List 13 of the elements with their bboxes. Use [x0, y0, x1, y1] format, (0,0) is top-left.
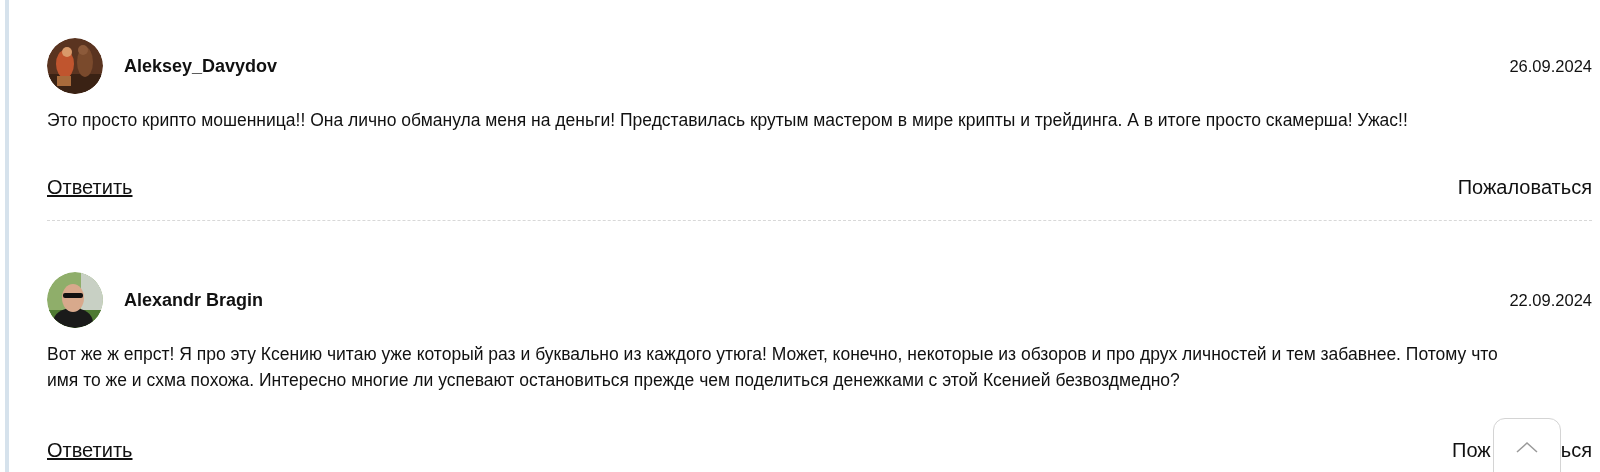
- reply-link[interactable]: Ответить: [47, 173, 133, 201]
- scroll-to-top-button[interactable]: [1493, 418, 1561, 472]
- comment-text: Это просто крипто мошенница!! Она лично обманула меня на деньги! Представилась крутым мастером в мире крипты и трейдинга. А в итоге просто скамерша! Ужас!!: [47, 109, 1409, 132]
- author-name: Alexandr Bragin: [124, 288, 264, 312]
- comment-date: 26.09.2024: [1509, 55, 1592, 77]
- comment-date: 22.09.2024: [1509, 289, 1592, 311]
- author-name: Aleksey_Davydov: [124, 54, 278, 78]
- report-link[interactable]: ься: [1560, 436, 1592, 464]
- chevron-up-icon: [1516, 441, 1538, 453]
- report-link[interactable]: Пож: [1452, 436, 1491, 464]
- report-link[interactable]: Пожаловаться: [1457, 173, 1592, 201]
- reply-link[interactable]: Ответить: [47, 436, 133, 464]
- comment-text: Вот же ж епрст! Я про эту Ксению читаю уже который раз и буквально из каждого утюга! Может, конечно, некоторые из обзоров и про друх личностей и тем забавнее. Потому что имя то же и схма похожа. Интересно многие ли успевают остановиться прежде чем поделиться денежками с этой Ксенией безвоздмедно?: [47, 343, 1499, 392]
